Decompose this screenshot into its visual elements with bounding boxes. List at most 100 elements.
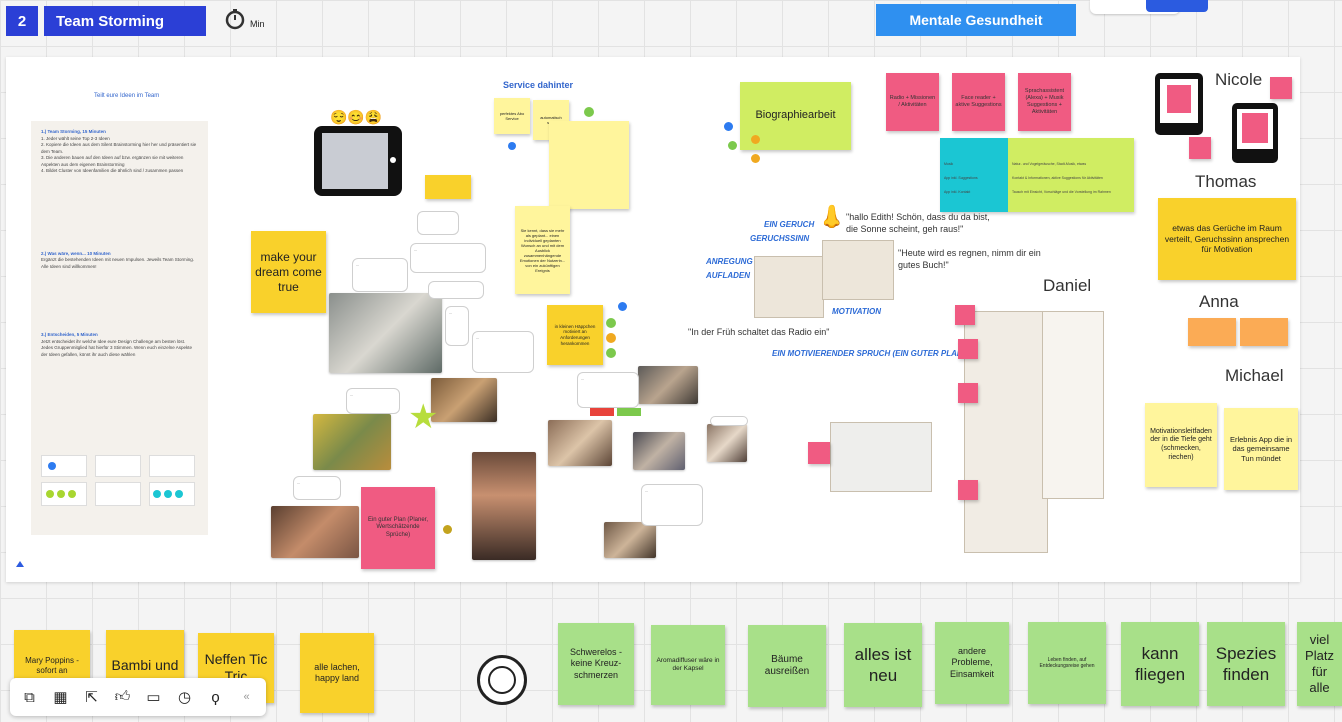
small-pink-note[interactable] xyxy=(958,339,978,359)
small-pink-note[interactable] xyxy=(808,442,830,464)
yellow-long-note[interactable]: Sie kennt, dass sie mehr als geplant... … xyxy=(515,206,570,294)
category-banner[interactable]: Mentale Gesundheit xyxy=(876,4,1076,36)
empty-yellow-note[interactable] xyxy=(549,121,629,209)
green-label[interactable] xyxy=(617,408,641,416)
vote-dot[interactable] xyxy=(443,525,452,534)
instructions-panel[interactable]: 1.) Team Storming, 15 Minuten 1. Jeder w… xyxy=(31,121,208,535)
small-pink-note[interactable] xyxy=(958,480,978,500)
vote-dot[interactable] xyxy=(508,142,516,150)
sketch-device[interactable] xyxy=(754,256,824,318)
speech-bubble[interactable] xyxy=(428,281,484,299)
small-pink-note[interactable] xyxy=(955,305,975,325)
abo-service-note[interactable]: perfektes Abo Service xyxy=(494,98,530,134)
bottom-note[interactable]: Spezies finden xyxy=(1207,622,1285,706)
vote-dot[interactable] xyxy=(724,122,733,131)
vote-dot[interactable] xyxy=(175,490,183,498)
sketch-app-ideas[interactable] xyxy=(1042,311,1104,499)
ideas-table[interactable]: Musik Natur- und Vogelgeräusche, Stadt-M… xyxy=(940,138,1134,212)
timer-icon[interactable]: ◷ xyxy=(171,684,198,711)
erlebnis-app-note[interactable]: Erlebnis App die in das gemeinsame Tun m… xyxy=(1224,408,1298,490)
bottom-note[interactable]: Schwerelos - keine Kreuz-schmerzen xyxy=(558,623,634,705)
vote-dot[interactable] xyxy=(584,107,594,117)
speech-bubble[interactable] xyxy=(417,211,459,235)
speech-bubble[interactable]: ... xyxy=(641,484,703,526)
radio-missionen-note[interactable]: Radio + Missionen / Aktivitäten xyxy=(886,73,939,131)
bottom-note[interactable]: alle lachen, happy land xyxy=(300,633,374,713)
small-orange-note[interactable] xyxy=(1188,318,1236,346)
bottom-note[interactable]: Leben finden, auf Entdeckungsreise gehen xyxy=(1028,622,1106,704)
top-right-button[interactable] xyxy=(1146,0,1208,12)
vote-dot[interactable] xyxy=(57,490,65,498)
video-icon[interactable]: ▭ xyxy=(140,684,167,711)
make-your-dream-note[interactable]: make your dream come true xyxy=(251,231,326,313)
bottom-note[interactable]: alles ist neu xyxy=(844,623,922,707)
vote-dot[interactable] xyxy=(606,318,616,328)
instr-section2-text: Ergänzt die bestehenden Ideen mit neuen … xyxy=(41,257,195,269)
small-pink-note[interactable] xyxy=(1270,77,1292,99)
photo-elderly-phone[interactable] xyxy=(638,366,698,404)
photo-person-reading[interactable] xyxy=(313,414,391,470)
speech-bubble[interactable]: ... xyxy=(410,243,486,273)
face-reader-note[interactable]: Face reader + aktive Suggestions xyxy=(952,73,1005,131)
kleine-haeppchen-note[interactable]: in kleinen Häppchen motiviert an Anforde… xyxy=(547,305,603,365)
speech-bubble[interactable]: ... xyxy=(445,306,469,346)
qr-code-icon[interactable]: ▦ xyxy=(47,684,74,711)
small-orange-note[interactable] xyxy=(1240,318,1288,346)
timer-widget[interactable]: Min xyxy=(224,4,294,34)
speech-bubble[interactable]: ... xyxy=(577,372,639,408)
red-label[interactable] xyxy=(590,408,614,416)
bottom-note[interactable]: Aromadiffuser wäre in der Kapsel xyxy=(651,625,725,705)
photo-woman-door[interactable] xyxy=(472,452,536,560)
participant-name: Michael xyxy=(1225,366,1284,385)
resize-handle-icon[interactable] xyxy=(16,561,24,567)
vote-dot[interactable] xyxy=(606,333,616,343)
gerueche-note[interactable]: etwas das Gerüche im Raum verteilt, Geru… xyxy=(1158,198,1296,280)
speech-bubble[interactable]: ... xyxy=(352,258,408,292)
speech-bubble[interactable]: ... xyxy=(293,476,341,500)
sketch-device[interactable] xyxy=(822,240,894,300)
sketch-diffuser[interactable] xyxy=(830,422,932,492)
vote-dot[interactable] xyxy=(153,490,161,498)
vote-dot[interactable] xyxy=(68,490,76,498)
table-cell: Tausch mit Einsicht, Vorschläge und die … xyxy=(1012,190,1111,194)
vote-dot[interactable] xyxy=(164,490,172,498)
thumbs-up-icon[interactable]: 👍︎ xyxy=(109,684,136,711)
photo-man-computer[interactable] xyxy=(604,522,656,558)
bottom-note[interactable]: andere Probleme, Einsamkeit xyxy=(935,622,1009,704)
vote-dot[interactable] xyxy=(728,141,737,150)
photo-person-sofa[interactable] xyxy=(431,378,497,422)
annotation-label: EIN MOTIVIERENDER SPRUCH (EIN GUTER PLAN… xyxy=(772,349,966,358)
vote-slot[interactable] xyxy=(95,482,141,506)
photo-elderly-laptop[interactable] xyxy=(548,420,612,466)
photo-woman-tablet[interactable] xyxy=(707,424,747,462)
vote-dot[interactable] xyxy=(46,490,54,498)
share-icon[interactable]: ⇱ xyxy=(78,684,105,711)
vote-dot[interactable] xyxy=(606,348,616,358)
speech-bubble[interactable] xyxy=(710,416,748,426)
frames-icon[interactable]: ⧉ xyxy=(16,684,43,711)
vote-dot[interactable] xyxy=(751,154,760,163)
small-sticky-note[interactable] xyxy=(425,175,471,199)
frame-number-tag[interactable]: 2 xyxy=(6,6,38,36)
small-pink-note[interactable] xyxy=(1189,137,1211,159)
sprachassistent-note[interactable]: Sprachassistent (Alexa) + Musik Suggesti… xyxy=(1018,73,1071,131)
motivationsleitfaden-note[interactable]: Motivationsleitfaden der in die Tiefe ge… xyxy=(1145,403,1217,487)
small-pink-note[interactable] xyxy=(958,383,978,403)
vote-dot[interactable] xyxy=(48,462,56,470)
speech-bubble[interactable]: ... xyxy=(346,388,400,414)
bottom-note[interactable]: Bäume ausreißen xyxy=(748,625,826,707)
vote-dot[interactable] xyxy=(618,302,627,311)
speech-bubble[interactable]: ... xyxy=(472,331,534,373)
vote-slot[interactable] xyxy=(149,455,195,477)
ein-guter-plan-note[interactable]: Ein guter Plan (Planer, Wertschätzende S… xyxy=(361,487,435,569)
lightbulb-icon[interactable]: ϙ xyxy=(202,684,229,711)
photo-group-hands[interactable] xyxy=(271,506,359,558)
collapse-toolbar-button[interactable]: « xyxy=(233,684,260,711)
bottom-note[interactable]: kann fliegen xyxy=(1121,622,1199,706)
bottom-note[interactable]: viel Platz für alle xyxy=(1297,622,1342,706)
vote-slot[interactable] xyxy=(95,455,141,477)
photo-man-portrait[interactable] xyxy=(633,432,685,470)
frame-title-tag[interactable]: Team Storming xyxy=(44,6,206,36)
photo-woman-cooking[interactable] xyxy=(329,293,442,373)
vote-dot[interactable] xyxy=(751,135,760,144)
